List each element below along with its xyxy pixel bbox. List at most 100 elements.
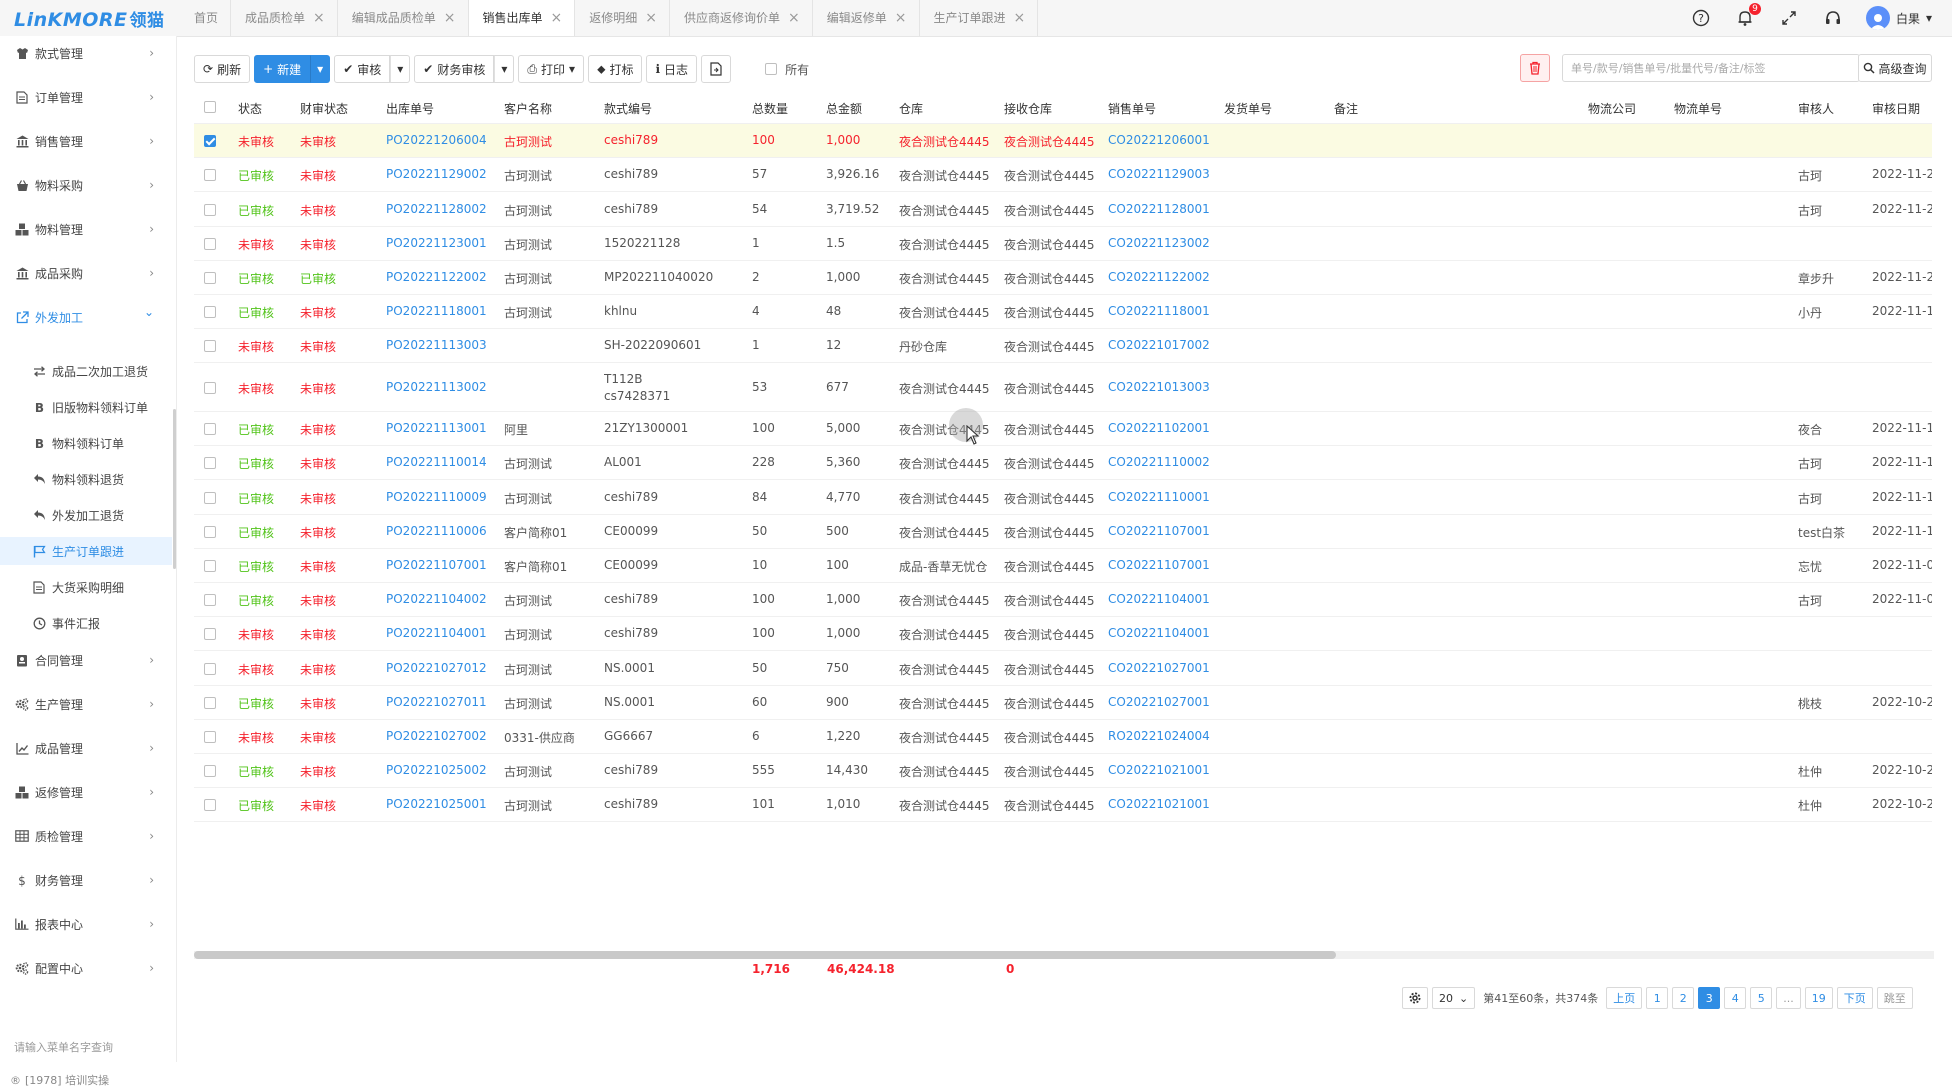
table-row[interactable]: 已审核 未审核 PO20221110014 古珂测试 AL001 228 5,360 夜合测试… xyxy=(194,446,1932,480)
sales-order-link[interactable]: CO20221013003 xyxy=(1108,380,1210,394)
column-header[interactable]: 备注 xyxy=(1334,100,1358,117)
row-checkbox[interactable] xyxy=(204,697,216,709)
close-icon[interactable]: × xyxy=(551,0,563,36)
sales-order-link[interactable]: CO20221107001 xyxy=(1108,558,1210,572)
tab-2[interactable]: 成品质检单 × xyxy=(231,0,338,36)
column-header[interactable]: 财审状态 xyxy=(300,100,348,117)
row-checkbox[interactable] xyxy=(204,457,216,469)
table-row[interactable]: 未审核 未审核 PO20221027012 古珂测试 NS.0001 50 750 夜合测试仓… xyxy=(194,651,1932,686)
table-row[interactable]: 已审核 未审核 PO20221110009 古珂测试 ceshi789 84 4,770 夜合… xyxy=(194,480,1932,515)
outbound-no-link[interactable]: PO20221104001 xyxy=(386,626,487,640)
table-row[interactable]: 已审核 未审核 PO20221129002 古珂测试 ceshi789 57 3,926.1… xyxy=(194,158,1932,192)
table-row[interactable]: 已审核 未审核 PO20221110006 客户简称01 CE00099 50 500 夜合测… xyxy=(194,515,1932,549)
refresh-button[interactable]: ⟳ 刷新 xyxy=(194,55,251,83)
outbound-no-link[interactable]: PO20221107001 xyxy=(386,558,487,572)
column-header[interactable]: 接收仓库 xyxy=(1004,100,1052,117)
sales-order-link[interactable]: CO20221021001 xyxy=(1108,797,1210,811)
row-checkbox[interactable] xyxy=(204,238,216,250)
sales-order-link[interactable]: CO20221104001 xyxy=(1108,626,1210,640)
sales-order-link[interactable]: CO20221021001 xyxy=(1108,763,1210,777)
pager-settings-button[interactable] xyxy=(1402,987,1428,1009)
outbound-no-link[interactable]: PO20221118001 xyxy=(386,304,487,318)
row-checkbox[interactable] xyxy=(204,765,216,777)
sidebar-subitem-4[interactable]: 物料领料退货 xyxy=(0,465,172,493)
tab-6[interactable]: 供应商返修询价单 × xyxy=(670,0,813,36)
row-checkbox[interactable] xyxy=(204,169,216,181)
horizontal-scrollbar[interactable] xyxy=(194,951,1934,959)
column-header[interactable]: 销售单号 xyxy=(1108,100,1156,117)
row-checkbox[interactable] xyxy=(204,382,216,394)
row-checkbox[interactable] xyxy=(204,272,216,284)
new-button[interactable]: + 新建 xyxy=(254,55,311,83)
table-row[interactable]: 未审核 未审核 PO20221113003 SH-2022090601 1 12 丹砂仓库 夜… xyxy=(194,329,1932,363)
table-row[interactable]: 已审核 未审核 PO20221025002 古珂测试 ceshi789 555 14,430… xyxy=(194,754,1932,788)
sales-order-link[interactable]: CO20221129003 xyxy=(1108,167,1210,181)
finance-audit-button[interactable]: ✔ 财务审核 xyxy=(414,55,495,83)
page-button[interactable]: 19 xyxy=(1804,987,1833,1009)
sales-order-link[interactable]: CO20221027001 xyxy=(1108,695,1210,709)
table-row[interactable]: 未审核 未审核 PO20221206004 古珂测试 ceshi789 100 1,000 夜… xyxy=(194,124,1932,158)
outbound-no-link[interactable]: PO20221123001 xyxy=(386,236,487,250)
all-checkbox-box[interactable] xyxy=(765,63,778,75)
sidebar-subitem-7[interactable]: 大货采购明细 xyxy=(0,573,172,601)
outbound-no-link[interactable]: PO20221113002 xyxy=(386,380,487,394)
row-checkbox[interactable] xyxy=(204,423,216,435)
page-button[interactable]: 1 xyxy=(1646,987,1669,1009)
sidebar-menu-cubes[interactable]: 物料管理 › xyxy=(0,214,176,244)
table-row[interactable]: 已审核 未审核 PO20221118001 古珂测试 khlnu 4 48 夜合测试仓4445… xyxy=(194,295,1932,329)
menu-search-input[interactable]: 请输入菜单名字查询 xyxy=(14,1039,113,1055)
sidebar-menu-basket[interactable]: 物料采购 › xyxy=(0,170,176,200)
help-icon[interactable]: ? xyxy=(1690,7,1712,29)
sidebar-menu-gears[interactable]: 生产管理 › xyxy=(0,689,176,719)
close-icon[interactable]: × xyxy=(895,0,907,36)
sales-order-link[interactable]: CO20221128001 xyxy=(1108,202,1210,216)
support-icon[interactable] xyxy=(1822,7,1844,29)
export-button[interactable] xyxy=(701,55,732,83)
tab-1[interactable]: 首页 xyxy=(180,0,232,36)
sidebar-menu-grid[interactable]: 质检管理 › xyxy=(0,821,176,851)
page-button[interactable]: 4 xyxy=(1724,987,1747,1009)
row-checkbox[interactable] xyxy=(204,799,216,811)
sidebar-menu-bank[interactable]: 成品采购 › xyxy=(0,258,176,288)
horizontal-scrollbar-thumb[interactable] xyxy=(194,951,1336,959)
column-header[interactable]: 状态 xyxy=(238,100,262,117)
sidebar-menu-shirt[interactable]: 款式管理 › xyxy=(0,38,176,68)
audit-button[interactable]: ✔ 审核 xyxy=(334,55,391,83)
audit-dropdown-button[interactable]: ▾ xyxy=(390,55,411,83)
sidebar-menu-document[interactable]: 订单管理 › xyxy=(0,82,176,112)
delete-button[interactable] xyxy=(1520,54,1550,82)
page-button[interactable]: 2 xyxy=(1672,987,1695,1009)
sales-order-link[interactable]: CO20221104001 xyxy=(1108,592,1210,606)
table-row[interactable]: 未审核 未审核 PO20221027002 0331-供应商 GG6667 6 1,220 夜… xyxy=(194,720,1932,754)
close-icon[interactable]: × xyxy=(444,0,456,36)
table-row[interactable]: 已审核 未审核 PO20221025001 古珂测试 ceshi789 101 1,010 夜… xyxy=(194,788,1932,822)
sales-order-link[interactable]: CO20221107001 xyxy=(1108,524,1210,538)
outbound-no-link[interactable]: PO20221110006 xyxy=(386,524,487,538)
outbound-no-link[interactable]: PO20221110014 xyxy=(386,455,487,469)
column-header[interactable]: 仓库 xyxy=(899,100,923,117)
outbound-no-link[interactable]: PO20221129002 xyxy=(386,167,487,181)
close-icon[interactable]: × xyxy=(788,0,800,36)
select-all-checkbox[interactable] xyxy=(204,101,216,113)
table-row[interactable]: 已审核 未审核 PO20221113001 阿里 21ZY1300001 100 5,000… xyxy=(194,412,1932,446)
outbound-no-link[interactable]: PO20221128002 xyxy=(386,202,487,216)
sidebar-menu-bar-chart[interactable]: 报表中心 › xyxy=(0,909,176,939)
outbound-no-link[interactable]: PO20221025002 xyxy=(386,763,487,777)
column-header[interactable]: 审核日期 xyxy=(1872,100,1920,117)
sidebar-menu-bank[interactable]: 销售管理 › xyxy=(0,126,176,156)
advanced-search-button[interactable]: 高级查询 xyxy=(1858,54,1932,82)
sidebar-subitem-8[interactable]: 事件汇报 xyxy=(0,609,172,637)
page-size-select[interactable]: 20 ⌄ xyxy=(1432,987,1476,1009)
tab-5[interactable]: 返修明细 × xyxy=(575,0,671,36)
jump-to-page[interactable]: 跳至 xyxy=(1876,987,1913,1009)
row-checkbox[interactable] xyxy=(204,731,216,743)
page-button[interactable]: 3 xyxy=(1698,987,1721,1009)
next-page-button[interactable]: 下页 xyxy=(1836,987,1873,1009)
column-header[interactable]: 出库单号 xyxy=(386,100,434,117)
sidebar-subitem-5[interactable]: 外发加工退货 xyxy=(0,501,172,529)
outbound-no-link[interactable]: PO20221027011 xyxy=(386,695,487,709)
sidebar-subitem-3[interactable]: B 物料领料订单 xyxy=(0,429,172,457)
tab-4[interactable]: 销售出库单 × xyxy=(468,0,576,36)
log-button[interactable]: ℹ 日志 xyxy=(646,55,698,83)
row-checkbox[interactable] xyxy=(204,135,216,147)
